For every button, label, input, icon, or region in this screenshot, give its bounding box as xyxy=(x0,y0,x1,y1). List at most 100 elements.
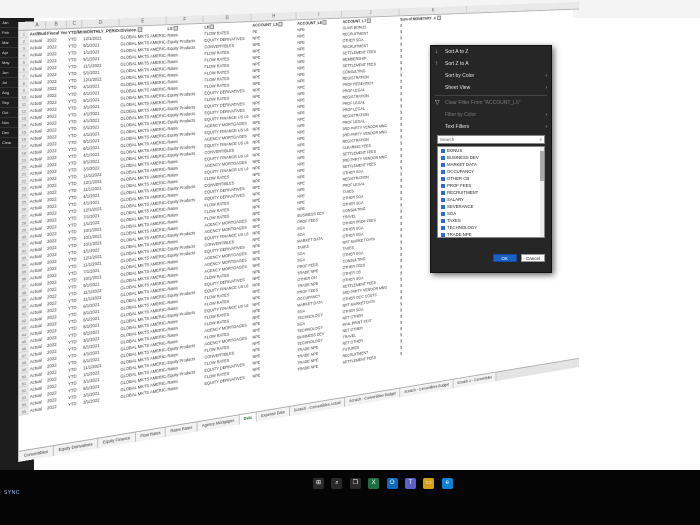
excel-icon[interactable]: X xyxy=(368,478,379,489)
sheet-tab[interactable]: Equity Finance xyxy=(98,432,136,448)
sort-by-color-label: Sort by Color xyxy=(445,73,474,79)
submenu-arrow-icon: › xyxy=(545,109,547,121)
checkbox-checked-icon[interactable] xyxy=(441,219,445,223)
checkbox-checked-icon[interactable] xyxy=(441,205,445,209)
checkbox-checked-icon[interactable] xyxy=(441,191,445,195)
filter-list-item[interactable]: TECHNOLOGY xyxy=(438,224,544,231)
sheet-view-option[interactable]: Sheet View › xyxy=(431,82,551,94)
cancel-button[interactable]: Cancel xyxy=(521,254,545,262)
checkbox-checked-icon[interactable] xyxy=(441,198,445,202)
filter-list-item[interactable]: SEVERANCE xyxy=(438,203,544,210)
sheet-tab[interactable]: Scratch - Convertibles Budget xyxy=(345,388,400,406)
filter-dropdown-icon[interactable] xyxy=(173,26,177,31)
checkbox-checked-icon[interactable] xyxy=(441,226,445,230)
task-view-icon[interactable]: ❐ xyxy=(350,478,361,489)
filter-item-label: TECHNOLOGY xyxy=(447,225,477,230)
filter-list-item[interactable]: TAXES xyxy=(438,217,544,224)
filter-list-item[interactable]: OTHER CB xyxy=(438,175,544,182)
header-label: YTD/Mth xyxy=(68,29,82,35)
filter-list-item[interactable]: RECRUITMENT xyxy=(438,189,544,196)
filter-item-label: SEVERANCE xyxy=(447,204,474,209)
search-icon: ⌕ xyxy=(539,136,542,144)
filter-item-label: OCCUPANCY xyxy=(447,169,474,174)
filter-item-label: MARKET DATA xyxy=(447,162,477,167)
file-explorer-icon[interactable]: ▭ xyxy=(423,478,434,489)
header-label: Division xyxy=(120,27,136,32)
filter-item-label: SGA xyxy=(447,211,456,216)
list-scrollbar[interactable] xyxy=(540,147,544,238)
header-label: Fiscal Year xyxy=(47,30,67,36)
filter-item-label: TAXES xyxy=(447,218,461,223)
filter-list-item[interactable]: BONUS xyxy=(438,147,544,154)
sheet-tab[interactable]: Scratch - Convertibles Actual xyxy=(290,398,346,416)
sheet-tab[interactable]: Agency Mortgages xyxy=(198,415,240,431)
checkbox-checked-icon[interactable] xyxy=(441,156,445,160)
filter-item-label: RECRUITMENT xyxy=(447,190,478,195)
sort-z-a-label: Sort Z to A xyxy=(445,61,469,67)
filter-dropdown-icon[interactable] xyxy=(367,19,371,24)
checkbox-checked-icon[interactable] xyxy=(441,177,445,181)
filter-item-label: OTHER CB xyxy=(447,176,469,181)
start-icon[interactable]: ⊞ xyxy=(313,478,324,489)
teams-icon[interactable]: T xyxy=(405,478,416,489)
filter-list-item[interactable]: SALARY xyxy=(438,196,544,203)
sort-descending-icon: ↑ xyxy=(435,58,438,70)
checkbox-checked-icon[interactable] xyxy=(441,163,445,167)
filter-list-item[interactable]: OCCUPANCY xyxy=(438,168,544,175)
filter-dropdown-icon[interactable] xyxy=(437,16,441,21)
sheet-tab[interactable]: Scratch - Convertibles Budget xyxy=(400,380,453,398)
filter-dropdown-icon[interactable] xyxy=(210,25,214,30)
text-filters-label: Text Filters xyxy=(445,124,469,130)
filter-search-input[interactable]: Search ⌕ xyxy=(437,135,545,144)
menu-divider xyxy=(435,95,547,96)
sheet-tab[interactable]: Data xyxy=(239,412,257,424)
sheet-tab[interactable]: Flow Rates xyxy=(136,427,166,442)
sheet-tab[interactable]: Expense Data xyxy=(257,407,290,422)
search-icon[interactable]: ⌕ xyxy=(331,478,342,489)
taskbar: ⊞ ⌕ ❐ X O T ▭ e xyxy=(310,478,456,494)
clear-filter-option[interactable]: ▽ Clear Filter From "ACCOUNT_L6" xyxy=(431,97,551,109)
sort-ascending-icon: ↓ xyxy=(435,46,438,58)
filter-items: BONUS BUSINESS DEV MARKET DATA OCCUPANCY OTH… xyxy=(438,147,544,238)
checkbox-checked-icon[interactable] xyxy=(441,184,445,188)
filter-value-list: BONUS BUSINESS DEV MARKET DATA OCCUPANCY OTH… xyxy=(437,146,545,238)
filter-item-label: PROF FEES xyxy=(447,183,471,188)
row-header[interactable]: 55 xyxy=(19,407,29,415)
checkbox-checked-icon[interactable] xyxy=(441,149,445,153)
checkbox-checked-icon[interactable] xyxy=(441,233,445,237)
filter-by-color-option[interactable]: Filter by Color › xyxy=(431,109,551,121)
filter-list-item[interactable]: MARKET DATA xyxy=(438,161,544,168)
header-label: Act/Bud xyxy=(30,31,46,37)
scrollbar-thumb[interactable] xyxy=(540,151,544,181)
checkbox-checked-icon[interactable] xyxy=(441,170,445,174)
table-cell[interactable]: YTD xyxy=(67,399,82,408)
filter-dropdown-icon[interactable] xyxy=(279,22,283,27)
autofilter-dropdown: ↓ Sort A to Z ↑ Sort Z to A Sort by Colo… xyxy=(430,45,552,273)
edge-icon[interactable]: e xyxy=(442,478,453,489)
filter-list-item[interactable]: PROF FEES xyxy=(438,182,544,189)
text-filters-option[interactable]: Text Filters › xyxy=(431,121,551,133)
sheet-tab[interactable]: Equity Derivatives xyxy=(54,439,98,456)
filter-list-item[interactable]: BUSINESS DEV xyxy=(438,154,544,161)
sort-by-color-option[interactable]: Sort by Color › xyxy=(431,70,551,82)
sheet-tab[interactable]: Scratch 2 - Convertibles xyxy=(453,372,496,388)
filter-dropdown-icon[interactable] xyxy=(323,20,327,25)
filter-dropdown-icon[interactable] xyxy=(137,28,142,33)
sheet-tab[interactable]: Convertibles xyxy=(19,446,54,462)
outlook-icon[interactable]: O xyxy=(387,478,398,489)
filter-item-label: BUSINESS DEV xyxy=(447,155,479,160)
submenu-arrow-icon: › xyxy=(545,82,547,94)
ok-button[interactable]: OK xyxy=(493,254,517,262)
search-placeholder: Search xyxy=(440,137,454,142)
table-cell[interactable]: Actual xyxy=(29,405,46,415)
checkbox-checked-icon[interactable] xyxy=(441,212,445,216)
header-label: LS xyxy=(167,26,172,31)
sort-a-z-option[interactable]: ↓ Sort A to Z xyxy=(431,46,551,58)
sort-z-a-option[interactable]: ↑ Sort Z to A xyxy=(431,58,551,70)
filter-item-label: TRADE NPE xyxy=(447,232,472,237)
filter-list-item[interactable]: TRADE NPE xyxy=(438,231,544,238)
sheet-tab[interactable]: Rates Rates xyxy=(166,422,198,437)
filter-item-label: BONUS xyxy=(447,148,462,153)
filter-list-item[interactable]: SGA xyxy=(438,210,544,217)
clear-filter-label: Clear Filter From "ACCOUNT_L6" xyxy=(445,100,521,106)
